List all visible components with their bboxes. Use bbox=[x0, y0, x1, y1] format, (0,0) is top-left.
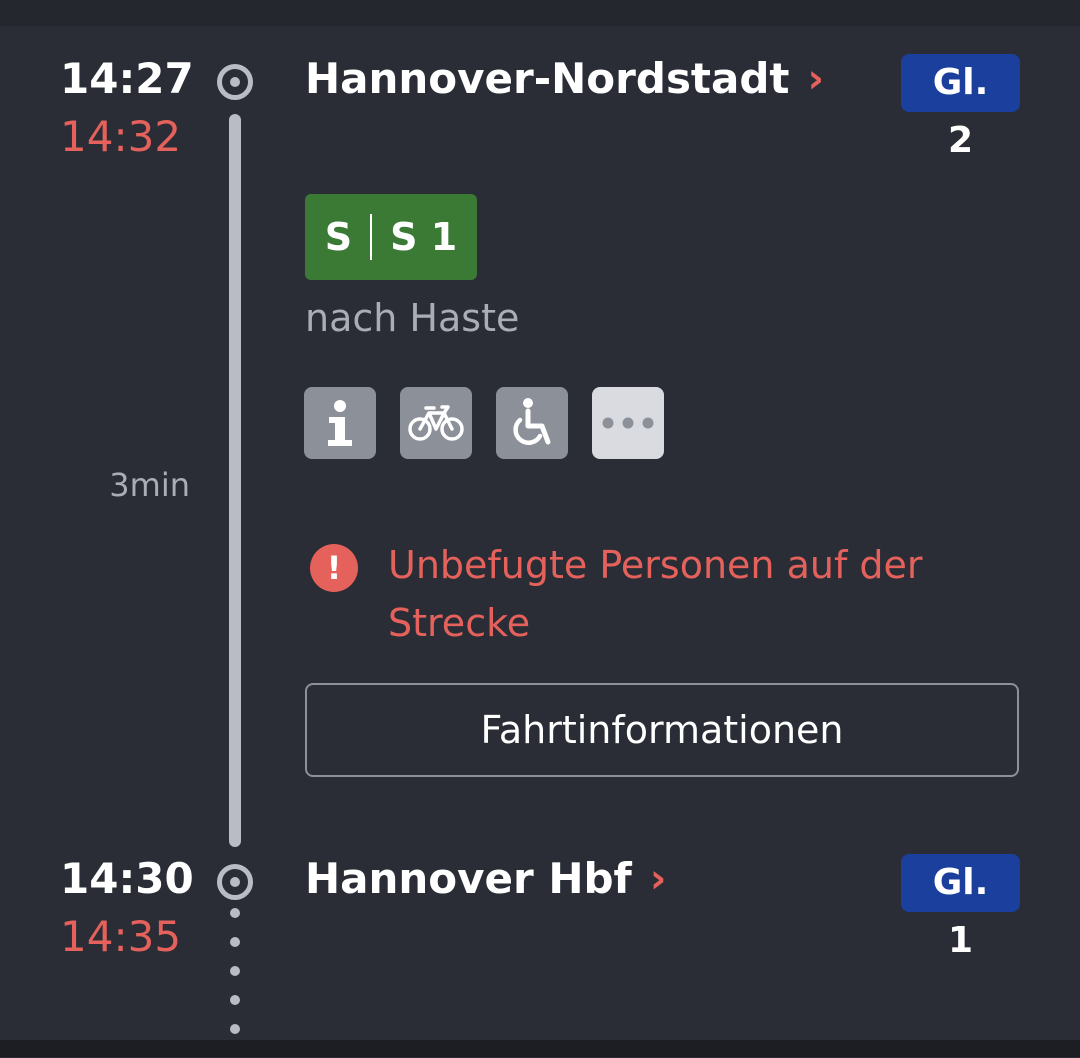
platform-badge: Gl. 1 bbox=[901, 854, 1020, 961]
station-name: Hannover Hbf bbox=[305, 854, 632, 903]
chevron-right-icon: › bbox=[649, 855, 667, 902]
train-destination: nach Haste bbox=[305, 296, 520, 340]
bottom-strip bbox=[0, 1040, 1080, 1057]
scheduled-time: 14:30 bbox=[60, 854, 194, 903]
station-link-hannover-hbf[interactable]: Hannover Hbf › bbox=[305, 854, 666, 903]
bicycle-button[interactable] bbox=[400, 387, 472, 459]
travel-duration: 3min bbox=[109, 466, 190, 504]
real-time: 14:35 bbox=[60, 912, 182, 961]
exclamation-icon: ! bbox=[310, 544, 358, 592]
more-button[interactable] bbox=[592, 387, 664, 459]
train-line: S 1 bbox=[390, 215, 458, 259]
train-category: S bbox=[324, 215, 353, 259]
wheelchair-icon bbox=[513, 398, 551, 445]
route-dotted-line bbox=[230, 908, 240, 1058]
more-icon bbox=[602, 417, 654, 429]
stop-marker-icon bbox=[217, 64, 253, 100]
top-strip bbox=[0, 0, 1080, 26]
platform-badge: Gl. 2 bbox=[901, 54, 1020, 161]
disruption-message: Unbefugte Personen auf der Strecke bbox=[388, 543, 923, 645]
wheelchair-button[interactable] bbox=[496, 387, 568, 459]
stop-marker-icon bbox=[217, 864, 253, 900]
bicycle-icon bbox=[408, 405, 464, 441]
station-name: Hannover-Nordstadt bbox=[305, 54, 790, 103]
real-time: 14:32 bbox=[60, 112, 182, 161]
scheduled-time: 14:27 bbox=[60, 54, 194, 103]
chevron-right-icon: › bbox=[807, 55, 824, 102]
info-icon bbox=[328, 400, 352, 446]
trip-information-button[interactable]: Fahrtinformationen bbox=[305, 683, 1019, 777]
info-button[interactable] bbox=[304, 387, 376, 459]
train-line-badge: S S 1 bbox=[305, 194, 477, 280]
route-line bbox=[229, 114, 241, 847]
badge-separator bbox=[370, 214, 373, 260]
station-link-hannover-nordstadt[interactable]: Hannover-Nordstadt › bbox=[305, 54, 824, 103]
